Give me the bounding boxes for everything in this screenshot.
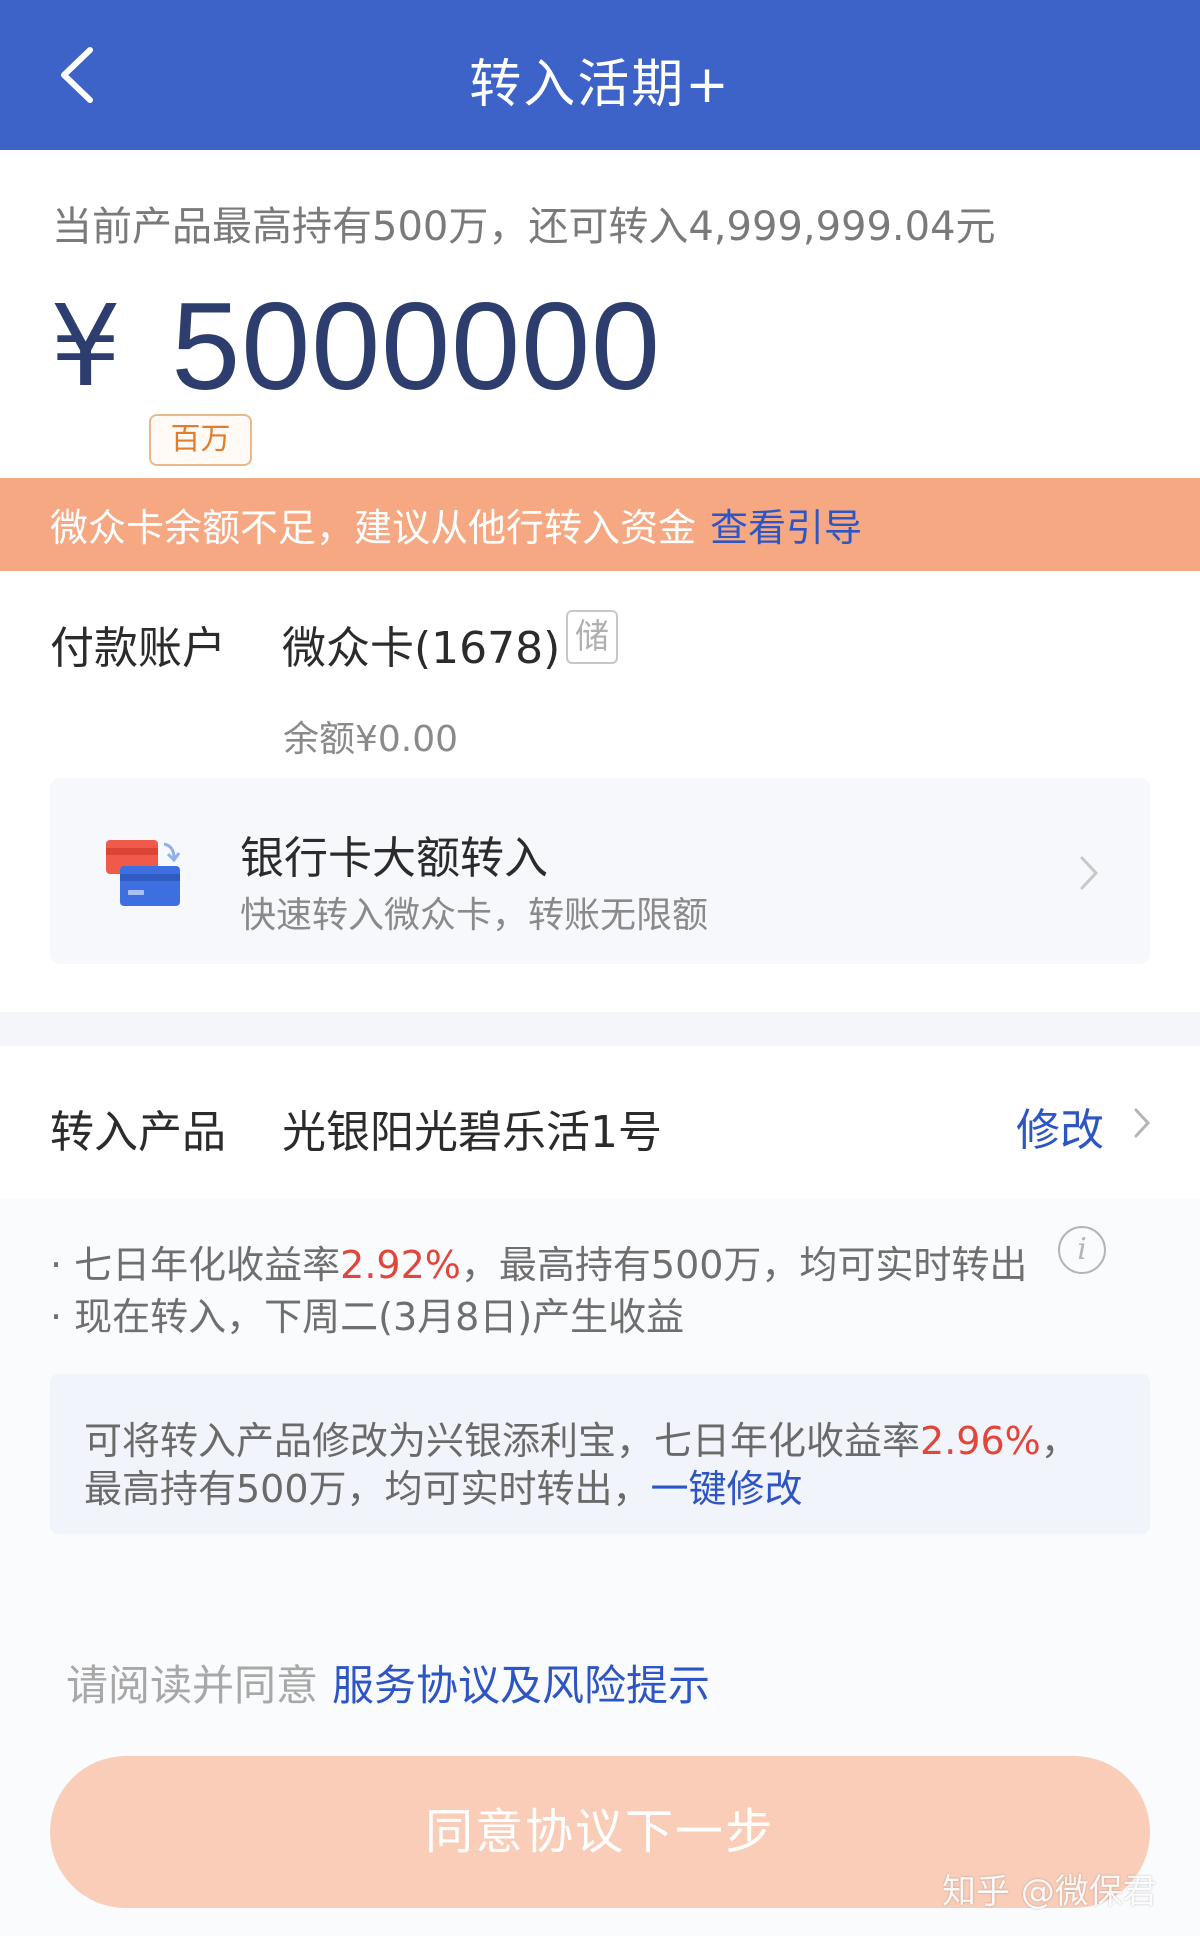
yield-rate: 2.92% xyxy=(340,1243,461,1287)
agreement-row: 请阅读并同意 服务协议及风险提示 xyxy=(66,1652,710,1713)
account-balance: 余额¥0.00 xyxy=(283,719,459,760)
info-icon[interactable]: i xyxy=(1058,1226,1106,1274)
target-product-label: 转入产品 xyxy=(50,1107,226,1158)
chevron-right-icon xyxy=(1074,848,1104,898)
amount-unit-tag: 百万 xyxy=(149,414,252,466)
service-agreement-link[interactable]: 服务协议及风险提示 xyxy=(332,1661,710,1710)
chevron-right-icon[interactable] xyxy=(1130,1102,1154,1144)
modify-product-link[interactable]: 修改 xyxy=(1016,1094,1104,1158)
page-title: 转入活期+ xyxy=(469,55,731,115)
earning-start-line: · 现在转入，下周二(3月8日)产生收益 xyxy=(50,1295,685,1339)
bank-transfer-title: 银行卡大额转入 xyxy=(240,833,548,884)
bank-transfer-subtitle: 快速转入微众卡，转账无限额 xyxy=(240,895,709,936)
watermark: 知乎 @微保君 xyxy=(942,1872,1157,1912)
top-nav-bar: 转入活期+ xyxy=(0,0,1200,150)
warning-text: 微众卡余额不足，建议从他行转入资金 xyxy=(50,506,697,550)
bank-cards-icon xyxy=(104,838,184,910)
insufficient-balance-banner: 微众卡余额不足，建议从他行转入资金 查看引导 xyxy=(0,478,1200,571)
card-type-badge: 储 xyxy=(566,610,618,664)
amount-value[interactable]: 5000000 xyxy=(171,276,661,418)
yield-info-line: · 七日年化收益率2.92%，最高持有500万，均可实时转出 xyxy=(50,1243,1028,1287)
one-click-modify-link[interactable]: 一键修改 xyxy=(651,1467,803,1511)
currency-symbol: ¥ xyxy=(50,282,122,412)
amount-input[interactable]: ¥ 5000000 xyxy=(50,278,661,416)
payment-card-name[interactable]: 微众卡(1678) xyxy=(282,612,560,676)
suggested-yield-rate: 2.96% xyxy=(920,1419,1041,1463)
payment-account-label: 付款账户 xyxy=(50,623,226,674)
product-suggestion-box: 可将转入产品修改为兴银添利宝，七日年化收益率2.96%， 最高持有500万，均可… xyxy=(50,1374,1150,1534)
suggestion-line-1: 可将转入产品修改为兴银添利宝，七日年化收益率2.96%， xyxy=(84,1419,1079,1463)
target-product-name: 光银阳光碧乐活1号 xyxy=(282,1107,662,1158)
view-guide-link[interactable]: 查看引导 xyxy=(710,497,862,552)
section-divider xyxy=(0,1012,1200,1046)
bank-transfer-entry[interactable]: 银行卡大额转入 快速转入微众卡，转账无限额 xyxy=(50,778,1150,964)
suggestion-line-2: 最高持有500万，均可实时转出，一键修改 xyxy=(84,1467,803,1511)
agreement-prefix: 请阅读并同意 xyxy=(66,1661,319,1710)
holding-limit-notice: 当前产品最高持有500万，还可转入4,999,999.04元 xyxy=(52,204,996,250)
